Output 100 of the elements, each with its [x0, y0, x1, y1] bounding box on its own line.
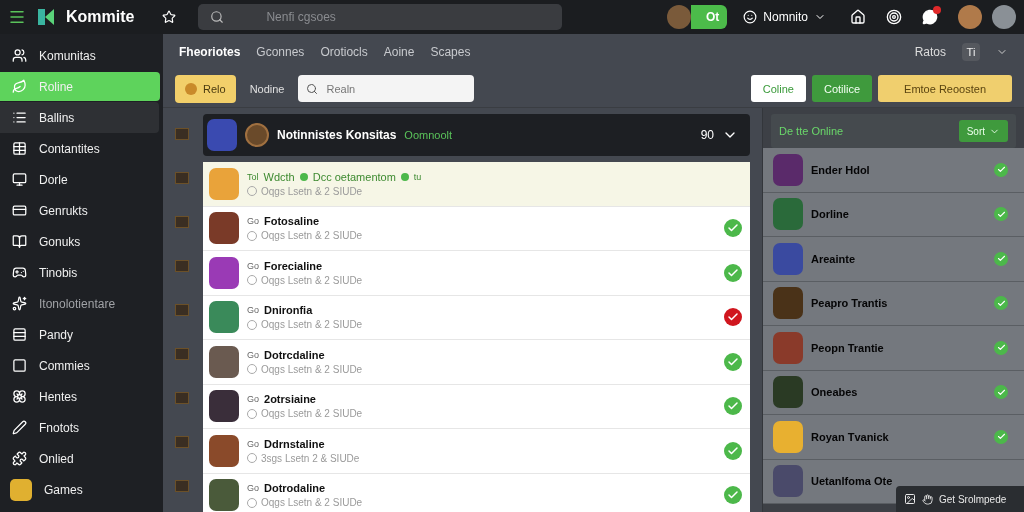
row-title: Forecialine [264, 259, 323, 272]
app-image [773, 198, 803, 231]
sidebar-item[interactable]: Contantites [0, 133, 159, 164]
sidebar-item[interactable]: Komunitas [0, 40, 159, 71]
row-prefix: Go [247, 305, 259, 316]
sidebar-icon [12, 265, 27, 280]
online-item[interactable]: Dorline [763, 192, 1024, 237]
list-row[interactable]: Tol Wdcth Dcc oetamentom tu Oqgs Lsetn & 2 SIUDe [203, 162, 750, 207]
sidebar-icon [12, 389, 27, 404]
app-image [207, 119, 237, 151]
item-name: Peapro Trantis [811, 297, 889, 310]
thumbnail-icon [175, 480, 189, 492]
thumbnail-icon [175, 436, 189, 448]
hand-icon [922, 493, 933, 505]
status-dot [400, 172, 409, 181]
sidebar-item[interactable]: Genrukts [0, 195, 159, 226]
thumbnail-icon [175, 304, 189, 316]
avatar[interactable] [992, 5, 1016, 29]
sidebar-icon [12, 110, 27, 125]
action-button[interactable]: Cotilice [812, 75, 873, 102]
app-image [773, 242, 803, 275]
sidebar-item[interactable]: Dorle [0, 164, 159, 195]
sidebar-icon [12, 327, 27, 342]
item-name: Ender Hdol [811, 163, 871, 176]
row-subtitle: Oqgs Lsetn & 2 SIUDe [247, 185, 742, 197]
sidebar-item[interactable]: Ballins [0, 102, 159, 133]
row-subtitle: Oqgs Lsetn & 2 SIUDe [247, 319, 716, 331]
online-item[interactable]: Royan Tvanick [763, 415, 1024, 460]
chat-icon[interactable] [922, 9, 938, 25]
item-name: Peopn Trantie [811, 341, 885, 354]
target-icon[interactable] [886, 9, 902, 25]
sidebar-item[interactable]: Tinobis [0, 257, 159, 288]
sidebar-icon [12, 296, 27, 311]
filter-chip[interactable]: Relo [175, 74, 236, 103]
online-item[interactable]: Peopn Trantie [763, 326, 1024, 371]
sidebar-item[interactable]: Hentes [0, 381, 159, 412]
thumbnail-icon [175, 348, 189, 360]
thumbnail-icon [175, 392, 189, 404]
avatar [667, 5, 692, 29]
search-field[interactable]: Nenfi cgsoes [198, 4, 563, 30]
group-title: Notinnistes Konsitas [277, 128, 397, 142]
avatar [245, 123, 269, 147]
star-icon[interactable] [162, 10, 177, 24]
action-button[interactable]: Coline [750, 75, 806, 102]
sidebar-item[interactable]: Games [0, 474, 159, 505]
home-icon[interactable] [850, 9, 866, 25]
sidebar-item[interactable]: Onlied [0, 443, 159, 474]
thumbnail-icon [175, 260, 189, 272]
row-title: Wdcth [263, 170, 295, 183]
tab[interactable]: Fheoriotes [179, 45, 241, 59]
app-image [209, 345, 239, 378]
sidebar-item[interactable]: Fnotots [0, 412, 159, 443]
row-subtitle: Oqgs Lsetn & 2 SIUDe [247, 408, 716, 420]
row-prefix: Go [247, 216, 259, 227]
item-name: Dorline [811, 208, 850, 221]
menu-icon[interactable] [8, 8, 26, 26]
search-field[interactable]: Realn [298, 75, 475, 102]
sidebar-item[interactable]: Pandy [0, 319, 159, 350]
sidebar-icon [12, 203, 27, 218]
toast-text: Get Srolmpede [939, 493, 1007, 505]
avatar [10, 478, 32, 501]
sidebar-icon [12, 48, 27, 63]
online-item[interactable]: Peapro Trantis [763, 281, 1024, 326]
tab[interactable]: Aoine [383, 45, 415, 59]
item-name: Areainte [811, 252, 857, 265]
search-input[interactable]: Realn [324, 81, 465, 96]
app-image [773, 287, 803, 320]
row-subtitle: Oqgs Lsetn & 2 SIUDe [247, 497, 716, 509]
app-image [773, 420, 803, 453]
sidebar-icon [12, 451, 27, 466]
sidebar-icon [12, 234, 27, 249]
row-subtitle: Oqgs Lsetn & 2 SIUDe [247, 274, 716, 286]
sidebar-item[interactable]: Gonuks [0, 226, 159, 257]
brand-name: Kommite [66, 8, 135, 26]
sidebar-icon [12, 141, 27, 156]
row-title: Fotosaline [264, 215, 320, 228]
row-title: Dotrodaline [264, 482, 326, 495]
row-subtitle: Oqgs Lsetn & 2 SIUDe [247, 363, 716, 375]
row-prefix: Go [247, 260, 259, 271]
app-image [773, 465, 803, 498]
online-item[interactable]: Oneabes [763, 370, 1024, 415]
sidebar-item[interactable]: Commies [0, 350, 159, 381]
app-image [209, 167, 239, 200]
online-item[interactable]: Ender Hdol [763, 148, 1024, 193]
app-image [209, 301, 239, 334]
tab[interactable]: Scapes [430, 45, 471, 59]
row-prefix: Go [247, 394, 259, 405]
row-tag: Dcc oetamentom [312, 170, 396, 183]
app-image [209, 212, 239, 245]
row-title: 2otrsiaine [264, 393, 316, 406]
logo-icon [36, 7, 56, 27]
action-button[interactable]: Emtoe Reoosten [878, 75, 1012, 102]
search-input[interactable]: Nenfi cgsoes [264, 9, 525, 25]
row-subtitle: Oqgs Lsetn & 2 SIUDe [247, 230, 716, 242]
tab[interactable]: Orotiocls [320, 45, 368, 59]
online-item[interactable]: Areainte [763, 237, 1024, 282]
avatar[interactable] [958, 5, 982, 29]
view-button[interactable]: Ti [962, 43, 980, 61]
tab[interactable]: Gconnes [256, 45, 305, 59]
user-menu[interactable]: Nomnito [737, 9, 832, 25]
